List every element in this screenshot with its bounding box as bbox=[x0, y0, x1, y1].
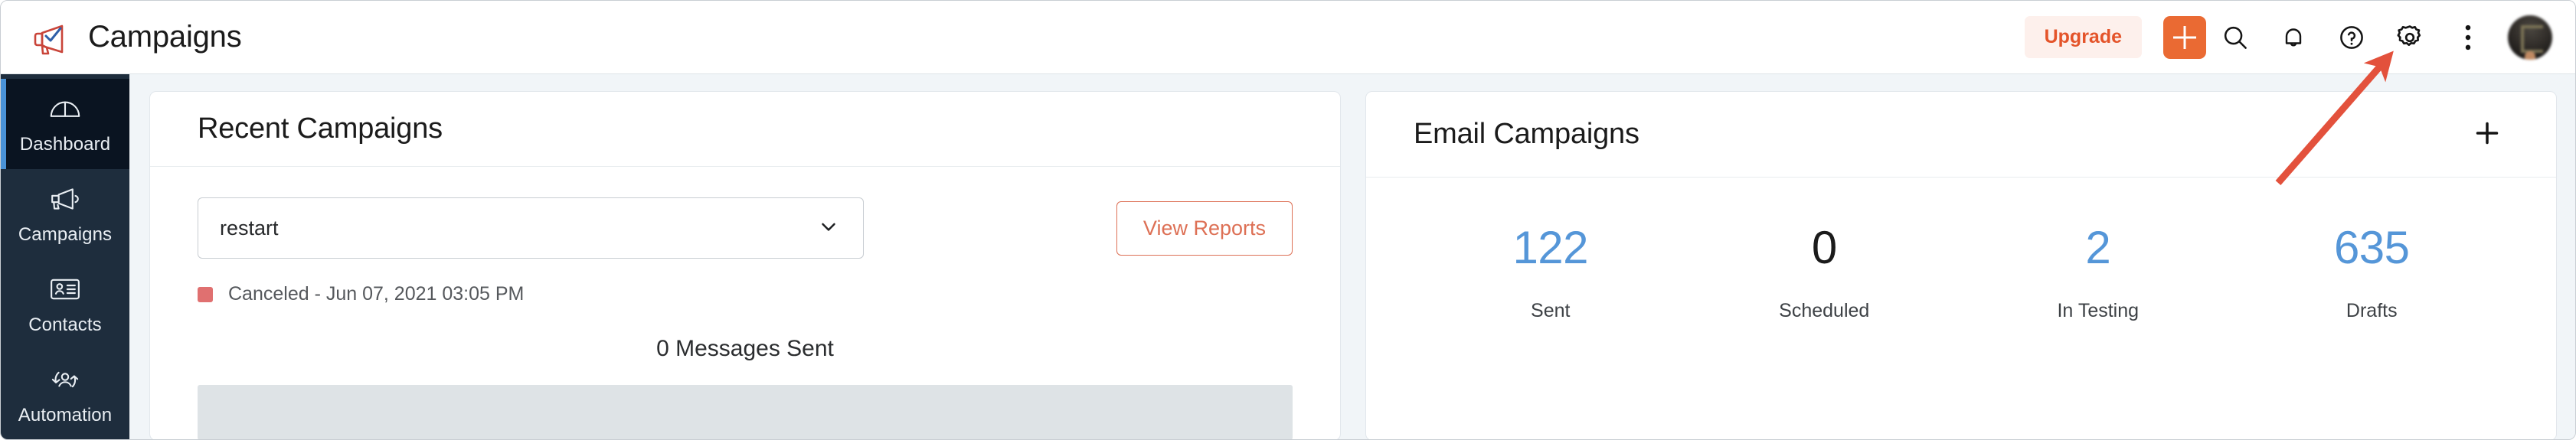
sidebar-item-automation[interactable]: Automation bbox=[1, 350, 129, 439]
campaigns-app-window: Campaigns Upgrade Dashboard Campaigns Co… bbox=[0, 0, 2576, 440]
question-circle-icon bbox=[2337, 23, 2366, 52]
sidebar-item-label: Contacts bbox=[28, 315, 102, 335]
campaign-select-row: restart View Reports bbox=[198, 197, 1293, 259]
email-campaign-stats: 122 Sent 0 Scheduled 2 In Testing 635 Dr… bbox=[1414, 208, 2509, 322]
create-new-button[interactable] bbox=[2163, 15, 2206, 59]
messages-sent-label: 0 Messages Sent bbox=[656, 336, 834, 361]
page-title: Campaigns bbox=[88, 20, 242, 54]
stat-label: Scheduled bbox=[1779, 300, 1870, 321]
help-button[interactable] bbox=[2323, 14, 2381, 61]
notifications-button[interactable] bbox=[2264, 14, 2323, 61]
sidebar-item-dashboard[interactable]: Dashboard bbox=[1, 79, 129, 169]
stat-sent[interactable]: 122 Sent bbox=[1414, 225, 1688, 322]
recent-campaigns-card: Recent Campaigns restart View Reports Ca… bbox=[149, 91, 1341, 439]
stat-label: In Testing bbox=[2057, 300, 2140, 321]
sidebar-item-contacts[interactable]: Contacts bbox=[1, 259, 129, 350]
settings-button[interactable] bbox=[2381, 14, 2439, 61]
view-reports-button[interactable]: View Reports bbox=[1116, 200, 1293, 256]
recent-campaigns-header: Recent Campaigns bbox=[150, 92, 1340, 167]
megaphone-icon bbox=[49, 183, 81, 215]
sidebar-item-campaigns[interactable]: Campaigns bbox=[1, 169, 129, 259]
gear-icon bbox=[2395, 22, 2425, 53]
campaign-status-text: Canceled - Jun 07, 2021 03:05 PM bbox=[228, 283, 525, 305]
app-header: Campaigns Upgrade bbox=[1, 1, 2575, 74]
brand: Campaigns bbox=[30, 18, 242, 57]
sidebar-item-label: Automation bbox=[18, 405, 113, 425]
add-email-campaign-button[interactable] bbox=[2466, 113, 2509, 156]
stat-scheduled[interactable]: 0 Scheduled bbox=[1688, 225, 1962, 322]
three-dots-vertical-icon bbox=[2456, 23, 2480, 52]
stat-value: 635 bbox=[2333, 222, 2410, 273]
stat-drafts[interactable]: 635 Drafts bbox=[2235, 225, 2509, 322]
contact-card-icon bbox=[50, 273, 80, 305]
email-campaigns-body: 122 Sent 0 Scheduled 2 In Testing 635 Dr… bbox=[1366, 178, 2556, 439]
stat-value: 0 bbox=[1811, 222, 1837, 273]
recent-campaigns-body: restart View Reports Canceled - Jun 07, … bbox=[150, 167, 1340, 439]
avatar[interactable] bbox=[2508, 15, 2552, 60]
plus-icon bbox=[2472, 118, 2502, 151]
status-badge bbox=[198, 286, 213, 302]
stat-value: 122 bbox=[1512, 222, 1589, 273]
recent-campaigns-title: Recent Campaigns bbox=[198, 112, 443, 145]
header-actions: Upgrade bbox=[2024, 14, 2552, 61]
gauge-icon bbox=[49, 93, 81, 125]
bell-icon bbox=[2280, 24, 2307, 51]
search-icon bbox=[2221, 23, 2250, 52]
campaign-select-value: restart bbox=[220, 216, 279, 240]
search-button[interactable] bbox=[2206, 14, 2264, 61]
campaign-status-row: Canceled - Jun 07, 2021 03:05 PM bbox=[198, 283, 1293, 305]
sidebar-item-label: Dashboard bbox=[19, 134, 111, 155]
stat-label: Sent bbox=[1531, 300, 1571, 321]
main-content: Recent Campaigns restart View Reports Ca… bbox=[129, 74, 2575, 439]
messages-progress-bar bbox=[198, 385, 1293, 439]
stat-in-testing[interactable]: 2 In Testing bbox=[1961, 225, 2235, 322]
stat-value: 2 bbox=[2085, 222, 2111, 273]
sidebar-item-label: Campaigns bbox=[18, 224, 113, 245]
automation-icon bbox=[49, 363, 81, 396]
more-options-button[interactable] bbox=[2439, 14, 2497, 61]
stat-label: Drafts bbox=[2346, 300, 2398, 321]
email-campaigns-title: Email Campaigns bbox=[1414, 118, 1639, 150]
email-campaigns-card: Email Campaigns 122 Sent 0 Scheduled 2 I… bbox=[1365, 91, 2557, 439]
upgrade-button[interactable]: Upgrade bbox=[2024, 16, 2142, 58]
sidebar: Dashboard Campaigns Contacts Automation bbox=[1, 74, 129, 439]
campaign-select[interactable]: restart bbox=[198, 197, 864, 259]
chevron-down-icon bbox=[817, 215, 840, 242]
megaphone-check-logo bbox=[30, 18, 70, 57]
email-campaigns-header: Email Campaigns bbox=[1366, 92, 2556, 178]
